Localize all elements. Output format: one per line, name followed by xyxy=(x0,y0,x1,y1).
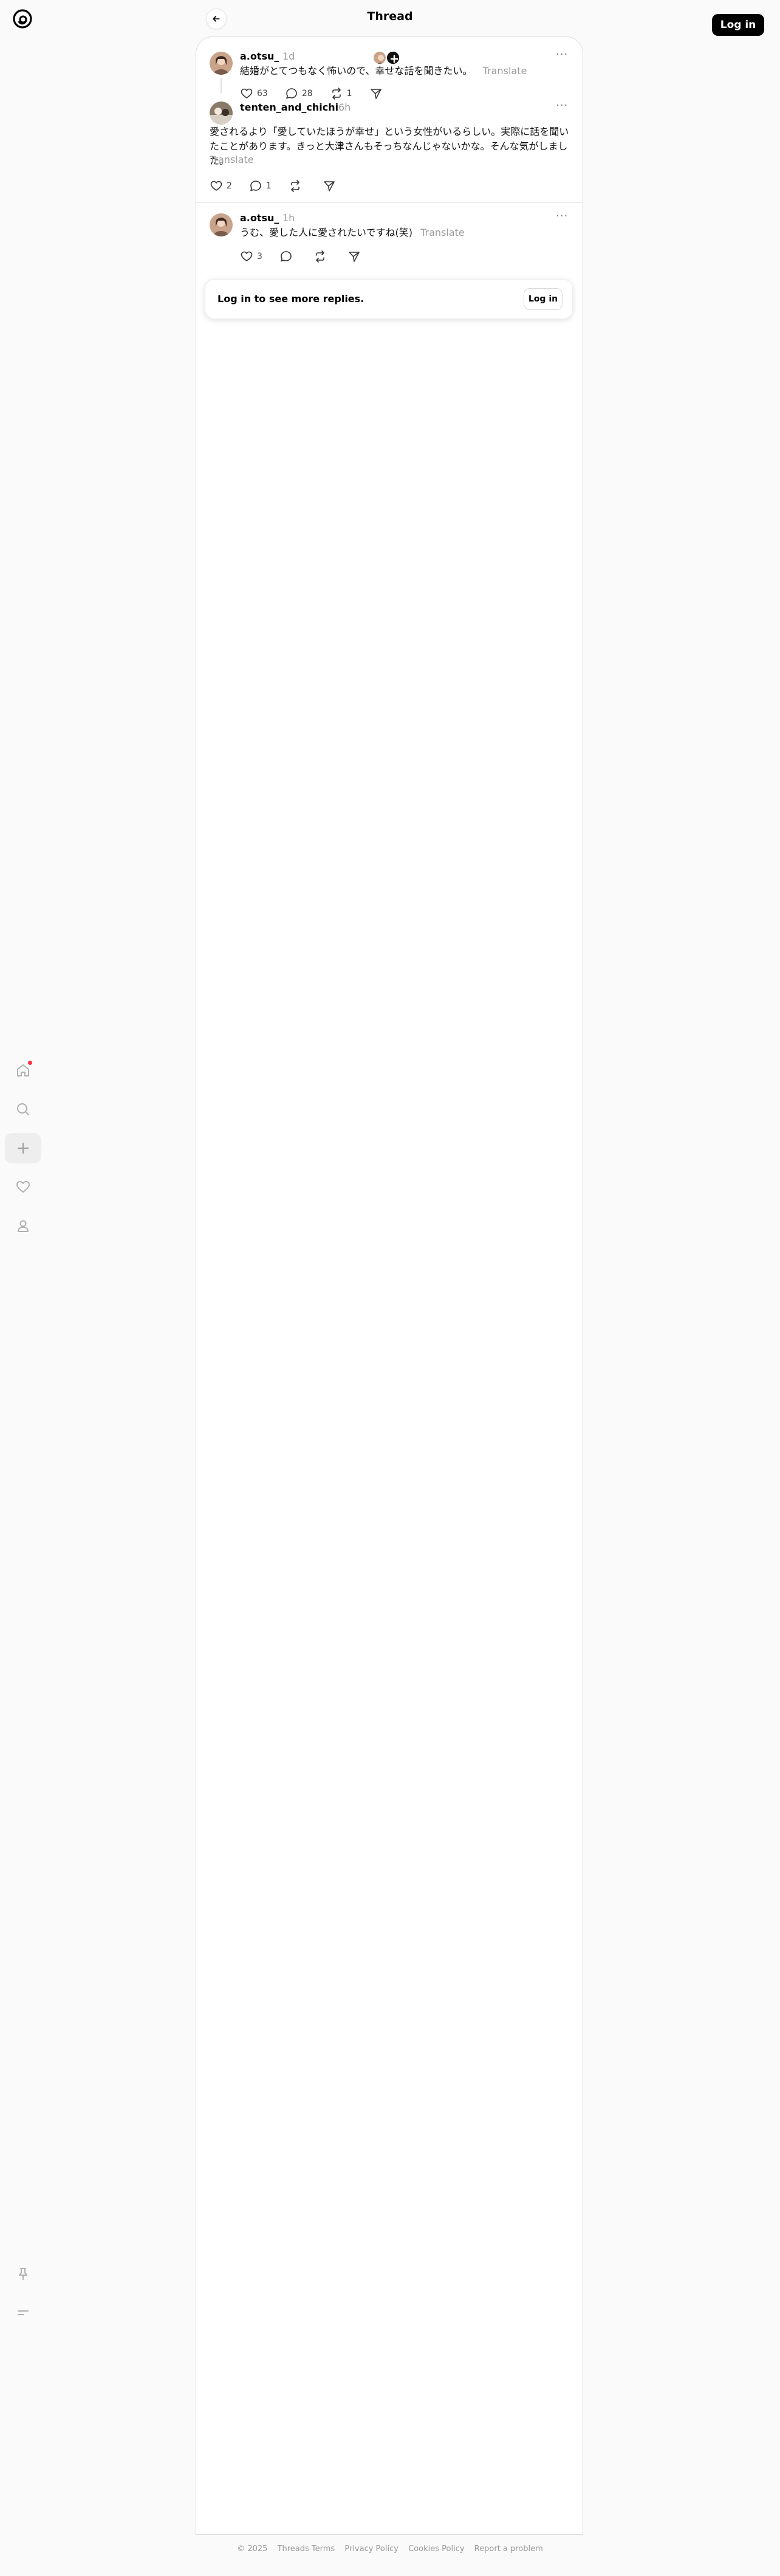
login-prompt-text: Log in to see more replies. xyxy=(217,293,364,305)
like-count: 63 xyxy=(257,89,268,98)
nav-search[interactable] xyxy=(5,1094,41,1124)
footer-link-report[interactable]: Report a problem xyxy=(474,2544,543,2554)
nav-pin[interactable] xyxy=(5,2259,41,2289)
page-title: Thread xyxy=(367,10,413,23)
like-button[interactable]: 2 xyxy=(210,179,232,193)
sidebar-bottom xyxy=(5,2259,41,2337)
post-time: 6h xyxy=(338,102,351,113)
footer-link-cookies[interactable]: Cookies Policy xyxy=(408,2544,464,2554)
login-button[interactable]: Log in xyxy=(712,14,764,36)
more-icon[interactable]: ··· xyxy=(556,48,568,61)
repost-button[interactable] xyxy=(313,250,330,263)
post-username[interactable]: a.otsu_ xyxy=(240,212,279,224)
reply-button[interactable]: 28 xyxy=(285,87,313,100)
footer-copyright: © 2025 xyxy=(237,2544,268,2554)
profile-icon xyxy=(18,1220,29,1232)
pin-icon xyxy=(19,2268,27,2280)
post-username[interactable]: a.otsu_ xyxy=(240,50,279,62)
post-body: 愛されるより「愛していたほうが幸せ」という女性がいるらしい。実際に話を聞いたこと… xyxy=(210,126,569,167)
reply-button[interactable] xyxy=(279,250,296,263)
post-actions: 3 xyxy=(240,250,381,263)
like-button[interactable]: 63 xyxy=(240,87,268,100)
comment-icon xyxy=(281,251,292,262)
post-actions: 63 28 1 xyxy=(240,87,403,100)
repost-icon xyxy=(291,180,299,192)
sidebar-nav xyxy=(5,1055,41,1250)
participant-avatar xyxy=(372,50,387,65)
post-time: 1d xyxy=(282,50,295,62)
reply-button[interactable]: 1 xyxy=(249,179,272,193)
post-text: 結婚がとてつもなく怖いので、幸せな話を聞きたい。 Translate xyxy=(240,64,568,78)
repost-count: 1 xyxy=(346,89,352,98)
post-time: 1h xyxy=(282,212,295,224)
post-username[interactable]: tenten_and_chichi xyxy=(240,102,338,113)
like-count: 2 xyxy=(227,181,232,191)
send-icon xyxy=(324,181,335,191)
heart-icon xyxy=(241,251,253,261)
avatar[interactable] xyxy=(210,52,233,75)
more-icon[interactable]: ··· xyxy=(556,210,568,222)
participant-avatar xyxy=(386,50,400,65)
heart-icon xyxy=(241,88,253,98)
repost-button[interactable] xyxy=(289,179,306,193)
share-button[interactable] xyxy=(347,250,364,263)
avatar[interactable] xyxy=(210,102,233,125)
share-button[interactable] xyxy=(369,87,386,100)
heart-icon xyxy=(210,181,222,191)
nav-home[interactable] xyxy=(5,1055,41,1086)
post-actions: 2 1 xyxy=(210,179,357,193)
menu-icon xyxy=(18,2310,29,2315)
repost-icon xyxy=(316,250,324,263)
reply-count: 28 xyxy=(301,89,313,98)
footer-link-privacy[interactable]: Privacy Policy xyxy=(344,2544,399,2554)
thread-column: a.otsu_ 1d ··· 結婚がとてつもなく怖いので、幸せな話を聞きたい。 … xyxy=(196,36,583,2535)
send-icon xyxy=(349,252,360,262)
post-body: うむ、愛した人に愛されたいですね(笑) xyxy=(240,227,413,238)
repost-icon xyxy=(332,88,341,100)
footer-link-terms[interactable]: Threads Terms xyxy=(278,2544,335,2554)
translate-link[interactable]: Translate xyxy=(420,227,465,238)
reply-count: 1 xyxy=(265,181,272,191)
post-text: うむ、愛した人に愛されたいですね(笑) Translate xyxy=(240,226,568,240)
comment-icon xyxy=(286,88,297,99)
search-icon xyxy=(17,1103,29,1115)
nav-profile[interactable] xyxy=(5,1211,41,1241)
comment-icon xyxy=(250,181,261,191)
avatar[interactable] xyxy=(210,213,233,236)
post-body: 結婚がとてつもなく怖いので、幸せな話を聞きたい。 xyxy=(240,65,473,77)
footer: © 2025 Threads Terms Privacy Policy Cook… xyxy=(0,2544,780,2554)
heart-icon xyxy=(16,1181,30,1193)
home-icon xyxy=(17,1064,29,1076)
thread-connector xyxy=(221,78,222,93)
like-button[interactable]: 3 xyxy=(240,250,262,263)
plus-icon xyxy=(17,1142,29,1154)
more-icon[interactable]: ··· xyxy=(556,99,568,112)
nav-activity[interactable] xyxy=(5,1172,41,1202)
login-prompt-card: Log in to see more replies. Log in xyxy=(205,279,573,319)
notification-dot xyxy=(28,1061,32,1065)
like-count: 3 xyxy=(257,252,262,261)
send-icon xyxy=(370,89,381,99)
translate-link[interactable]: Translate xyxy=(210,153,254,167)
repost-button[interactable]: 1 xyxy=(330,87,352,100)
nav-menu[interactable] xyxy=(5,2298,41,2328)
nav-create[interactable] xyxy=(5,1133,41,1163)
share-button[interactable] xyxy=(323,179,340,193)
divider xyxy=(196,202,583,203)
translate-link[interactable]: Translate xyxy=(483,65,527,77)
login-card-button[interactable]: Log in xyxy=(524,288,563,310)
